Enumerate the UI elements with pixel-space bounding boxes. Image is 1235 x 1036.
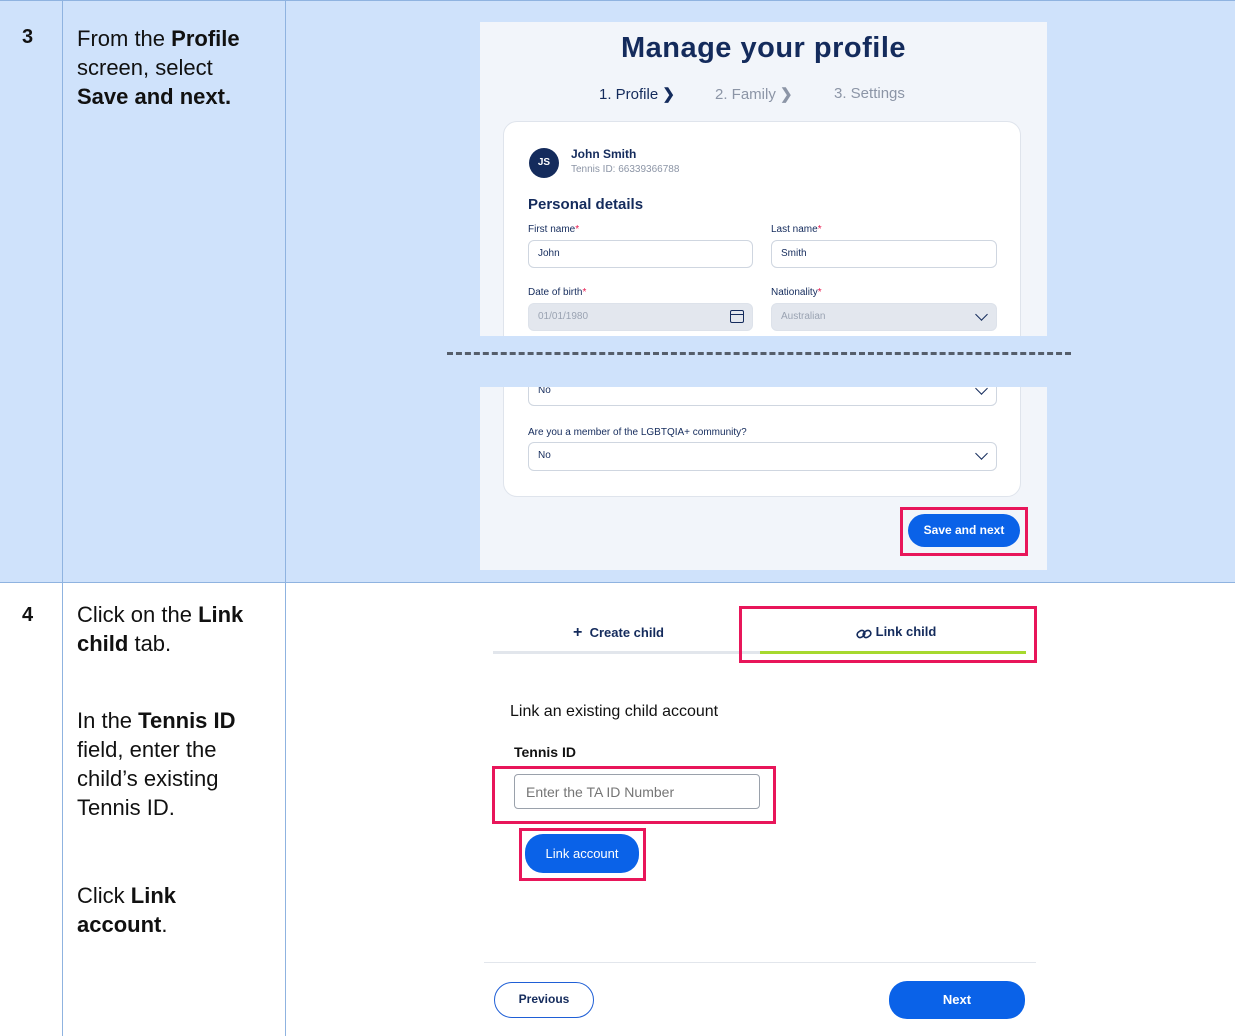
- highlight-link-child-tab: [739, 606, 1037, 663]
- highlight-save-button: [900, 507, 1028, 556]
- calendar-icon: [730, 310, 744, 323]
- chevron-down-icon: [975, 447, 988, 460]
- step-number-3: 3: [22, 26, 34, 48]
- tab-create-child[interactable]: + Create child: [573, 624, 664, 642]
- section-title: Personal details: [528, 196, 644, 213]
- instruction-text: tab.: [128, 631, 172, 656]
- tab-underline-inactive: [493, 651, 760, 654]
- profile-screenshot: Manage your profile 1. Profile ❯ 2. Fami…: [480, 22, 1047, 570]
- first-name-label: First name*: [528, 224, 580, 235]
- chevron-right-icon: ❯: [662, 86, 675, 103]
- table-border-top: [0, 0, 1235, 1]
- instruction-emphasis: Profile: [171, 26, 240, 51]
- section-title: Link an existing child account: [510, 703, 719, 720]
- table-row-divider: [0, 582, 1235, 583]
- lgbt-value: No: [538, 450, 551, 461]
- dob-value: 01/01/1980: [538, 311, 589, 322]
- screenshot-cut-gap: [480, 336, 1047, 387]
- stepper-family[interactable]: 2. Family ❯: [715, 85, 793, 103]
- nationality-label: Nationality*: [771, 287, 822, 298]
- next-button[interactable]: Next: [889, 981, 1025, 1019]
- table-column-divider-1: [62, 0, 63, 1036]
- instruction-text: .: [161, 912, 168, 937]
- tennis-id-label: Tennis ID: [514, 744, 576, 760]
- stepper-profile[interactable]: 1. Profile ❯: [599, 85, 675, 103]
- page-title: Manage your profile: [620, 32, 907, 64]
- nationality-value: Australian: [781, 311, 826, 322]
- stepper-settings[interactable]: 3. Settings: [834, 85, 905, 102]
- avatar: JS: [529, 148, 559, 178]
- highlight-link-account-button: [519, 828, 646, 881]
- dob-input[interactable]: 01/01/1980: [528, 303, 753, 331]
- instruction-text: From the: [77, 26, 172, 51]
- instruction-text: Click on the: [77, 602, 199, 627]
- first-name-input[interactable]: John: [528, 240, 753, 268]
- user-name: John Smith: [571, 147, 637, 161]
- step-3-instruction: From the Profile screen, select Save and…: [77, 24, 277, 111]
- stepper-label: 3. Settings: [834, 85, 905, 102]
- last-name-label: Last name*: [771, 224, 822, 235]
- dob-label: Date of birth*: [528, 287, 587, 298]
- chevron-right-icon: ❯: [780, 86, 793, 103]
- nationality-select[interactable]: Australian: [771, 303, 997, 331]
- lgbt-label: Are you a member of the LGBTQIA+ communi…: [528, 427, 747, 438]
- cut-marker: [447, 352, 1071, 355]
- instruction-text: Click: [77, 883, 131, 908]
- step-4-instruction-1: Click on the Link child tab.: [77, 600, 277, 658]
- stepper-label: 1. Profile: [599, 86, 659, 103]
- chevron-down-icon: [975, 308, 988, 321]
- stepper-label: 2. Family: [715, 86, 776, 103]
- lgbt-select[interactable]: No: [528, 442, 997, 471]
- tab-label: Create child: [589, 625, 664, 640]
- previous-button[interactable]: Previous: [494, 982, 594, 1018]
- table-column-divider-2: [285, 0, 286, 1036]
- instruction-text: In the: [77, 708, 139, 733]
- step-4-instruction-3: Click Link account.: [77, 881, 227, 939]
- instruction-text: screen, select: [77, 55, 213, 80]
- footer-divider: [484, 962, 1036, 963]
- instruction-emphasis: Save and next.: [77, 84, 232, 109]
- instruction-emphasis: Tennis ID: [138, 708, 236, 733]
- profile-card: JS John Smith Tennis ID: 66339366788 Per…: [503, 121, 1021, 497]
- step-number-4: 4: [22, 604, 34, 626]
- highlight-tennis-id-input: [492, 766, 776, 824]
- user-tennis-id: Tennis ID: 66339366788: [571, 164, 680, 175]
- last-name-input[interactable]: Smith: [771, 240, 997, 268]
- step-4-instruction-2: In the Tennis ID field, enter the child’…: [77, 706, 263, 822]
- plus-icon: +: [573, 624, 583, 641]
- instruction-text: field, enter the child’s existing Tennis…: [77, 737, 219, 820]
